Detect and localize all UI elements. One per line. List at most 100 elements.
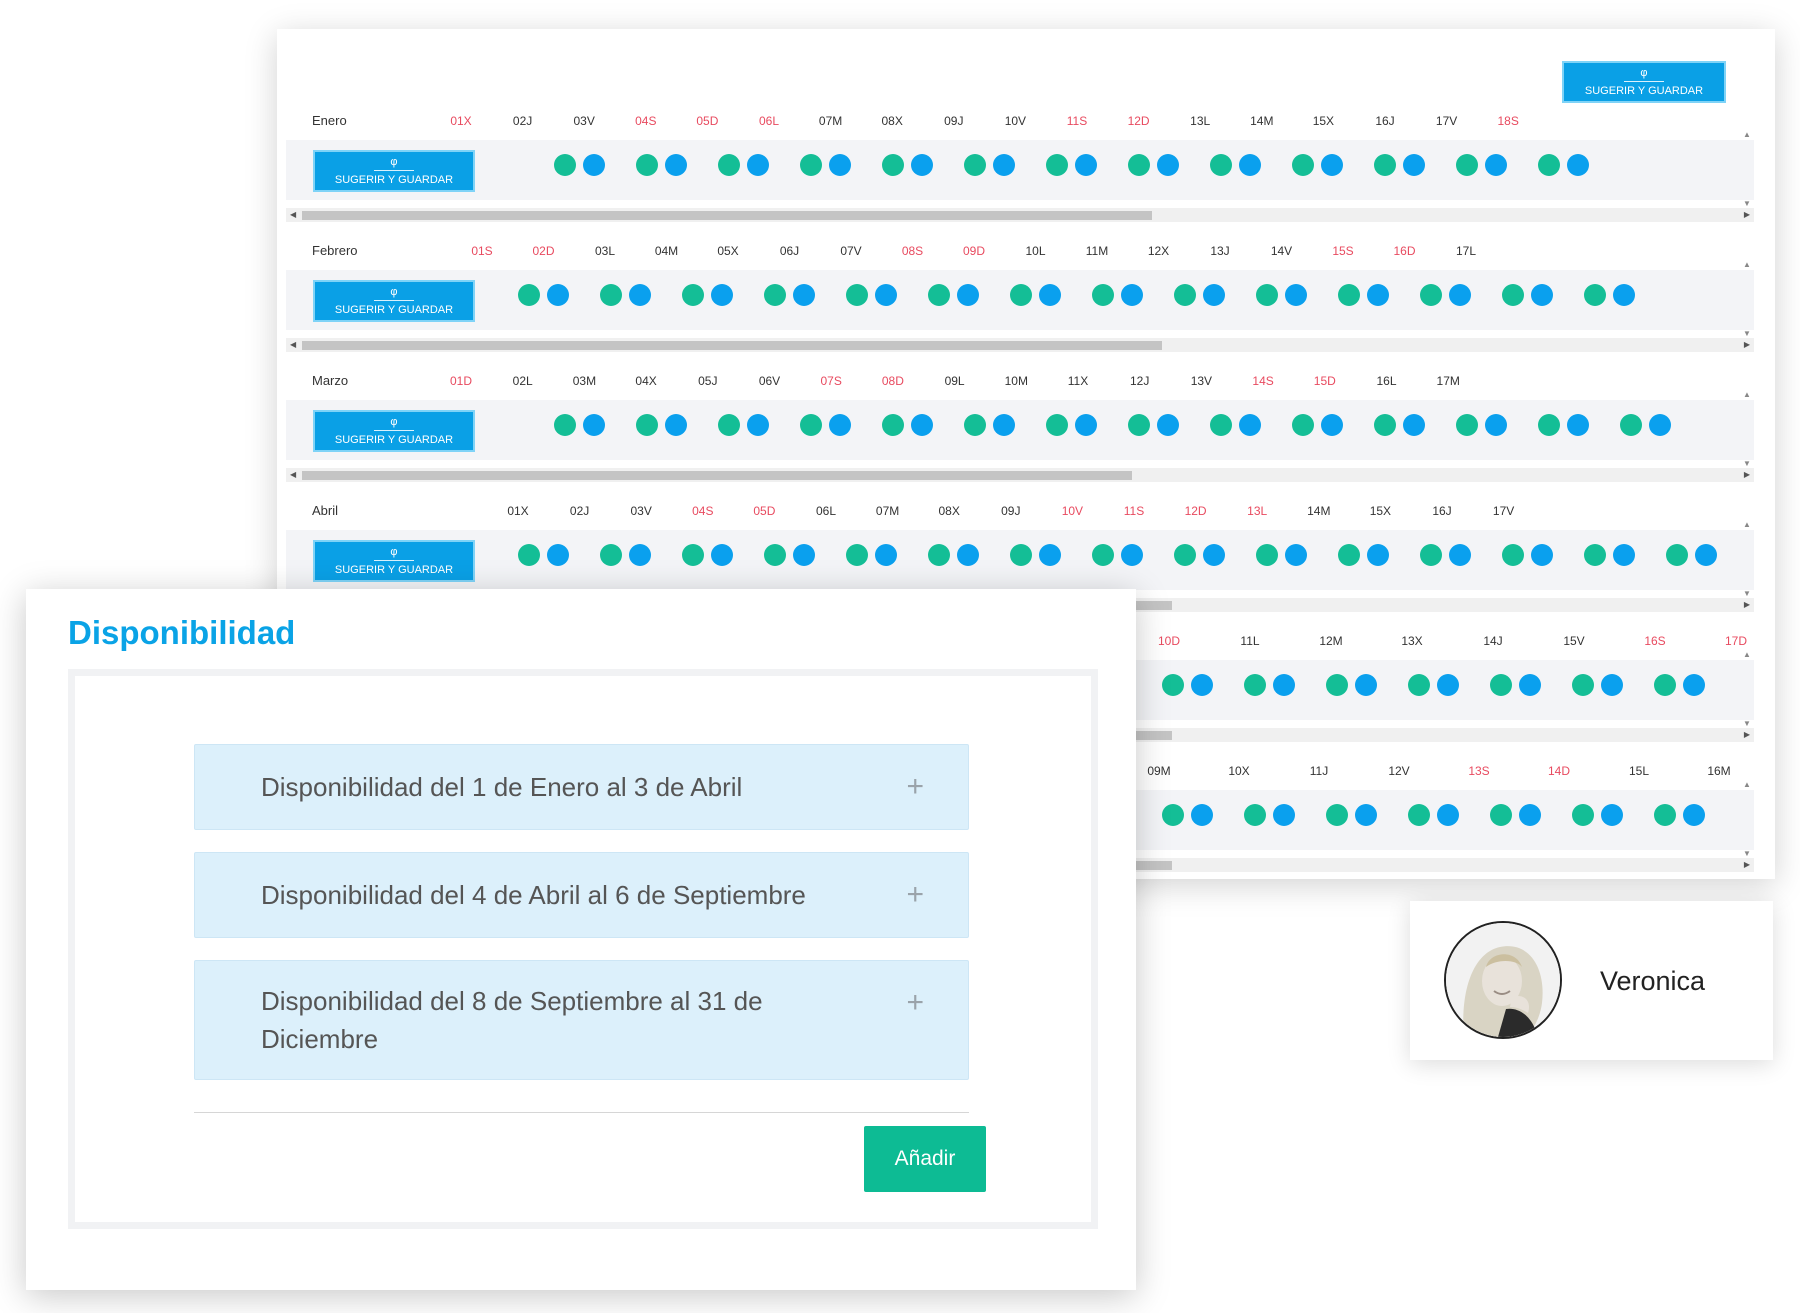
availability-dot-blue[interactable] [875, 284, 897, 306]
availability-dot-green[interactable] [554, 414, 576, 436]
availability-dot-green[interactable] [600, 284, 622, 306]
availability-dot-green[interactable] [882, 414, 904, 436]
availability-dot-blue[interactable] [711, 284, 733, 306]
availability-dot-green[interactable] [636, 414, 658, 436]
availability-dot-green[interactable] [1620, 414, 1642, 436]
availability-dot-blue[interactable] [583, 154, 605, 176]
scrollbar-thumb[interactable] [302, 341, 1162, 350]
availability-dot-blue[interactable] [1367, 544, 1389, 566]
plus-icon[interactable]: + [906, 880, 924, 910]
scroll-right-icon[interactable]: ▶ [1744, 338, 1750, 352]
availability-dot-green[interactable] [1572, 674, 1594, 696]
availability-dot-blue[interactable] [1485, 154, 1507, 176]
availability-dot-blue[interactable] [665, 414, 687, 436]
add-button[interactable]: Añadir [864, 1126, 986, 1192]
availability-dot-blue[interactable] [993, 414, 1015, 436]
horizontal-scrollbar[interactable]: ◀▶ [286, 468, 1754, 482]
scrollbar-thumb[interactable] [302, 471, 1132, 480]
availability-dot-blue[interactable] [1075, 154, 1097, 176]
availability-dot-green[interactable] [1010, 544, 1032, 566]
availability-dot-green[interactable] [1420, 284, 1442, 306]
availability-dot-green[interactable] [1162, 804, 1184, 826]
availability-dot-blue[interactable] [1203, 544, 1225, 566]
vertical-scrollbar[interactable]: ▲ ▼ [1741, 520, 1754, 598]
scroll-down-icon[interactable]: ▼ [1743, 329, 1751, 338]
availability-dot-blue[interactable] [1567, 414, 1589, 436]
availability-dot-blue[interactable] [1531, 544, 1553, 566]
availability-dot-green[interactable] [1326, 674, 1348, 696]
availability-dot-green[interactable] [764, 544, 786, 566]
availability-dot-green[interactable] [636, 154, 658, 176]
availability-dot-green[interactable] [518, 284, 540, 306]
suggest-save-button[interactable]: φ SUGERIR Y GUARDAR [313, 280, 475, 322]
availability-dot-blue[interactable] [1519, 674, 1541, 696]
availability-dot-green[interactable] [1210, 154, 1232, 176]
availability-dot-blue[interactable] [1695, 544, 1717, 566]
availability-dot-blue[interactable] [629, 544, 651, 566]
availability-dot-blue[interactable] [1039, 544, 1061, 566]
vertical-scrollbar[interactable]: ▲ ▼ [1741, 260, 1754, 338]
scroll-down-icon[interactable]: ▼ [1743, 459, 1751, 468]
scroll-left-icon[interactable]: ◀ [290, 468, 296, 482]
scroll-down-icon[interactable]: ▼ [1743, 589, 1751, 598]
availability-dot-green[interactable] [1666, 544, 1688, 566]
availability-dot-blue[interactable] [665, 154, 687, 176]
availability-dot-blue[interactable] [583, 414, 605, 436]
plus-icon[interactable]: + [906, 772, 924, 802]
scroll-right-icon[interactable]: ▶ [1744, 858, 1750, 872]
availability-dot-blue[interactable] [547, 544, 569, 566]
availability-dot-green[interactable] [1128, 414, 1150, 436]
availability-dot-blue[interactable] [1191, 674, 1213, 696]
availability-dot-blue[interactable] [1355, 674, 1377, 696]
availability-dot-green[interactable] [846, 544, 868, 566]
availability-dot-blue[interactable] [1683, 674, 1705, 696]
availability-dot-green[interactable] [1420, 544, 1442, 566]
availability-dot-green[interactable] [1292, 154, 1314, 176]
availability-dot-blue[interactable] [1683, 804, 1705, 826]
availability-dot-blue[interactable] [793, 544, 815, 566]
availability-dot-green[interactable] [1374, 154, 1396, 176]
scroll-down-icon[interactable]: ▼ [1743, 199, 1751, 208]
availability-dot-blue[interactable] [1437, 674, 1459, 696]
availability-dot-green[interactable] [1010, 284, 1032, 306]
availability-dot-blue[interactable] [1531, 284, 1553, 306]
scroll-up-icon[interactable]: ▲ [1743, 390, 1751, 399]
suggest-save-button[interactable]: φ SUGERIR Y GUARDAR [313, 150, 475, 192]
availability-dot-green[interactable] [928, 284, 950, 306]
availability-dot-blue[interactable] [1273, 804, 1295, 826]
availability-dot-green[interactable] [800, 154, 822, 176]
availability-dot-blue[interactable] [957, 544, 979, 566]
plus-icon[interactable]: + [906, 988, 924, 1018]
scroll-left-icon[interactable]: ◀ [290, 208, 296, 222]
availability-dot-green[interactable] [1408, 804, 1430, 826]
availability-dot-green[interactable] [1210, 414, 1232, 436]
suggest-save-button[interactable]: φ SUGERIR Y GUARDAR [313, 540, 475, 582]
availability-dot-blue[interactable] [1285, 544, 1307, 566]
availability-dot-green[interactable] [718, 154, 740, 176]
availability-dot-green[interactable] [600, 544, 622, 566]
availability-dot-blue[interactable] [1367, 284, 1389, 306]
availability-dot-blue[interactable] [993, 154, 1015, 176]
vertical-scrollbar[interactable]: ▲ ▼ [1741, 650, 1754, 728]
scroll-up-icon[interactable]: ▲ [1743, 520, 1751, 529]
availability-dot-green[interactable] [1654, 674, 1676, 696]
availability-dot-green[interactable] [518, 544, 540, 566]
availability-dot-green[interactable] [1046, 154, 1068, 176]
availability-dot-blue[interactable] [911, 414, 933, 436]
availability-dot-blue[interactable] [1239, 154, 1261, 176]
availability-item-1[interactable]: Disponibilidad del 1 de Enero al 3 de Ab… [194, 744, 969, 830]
availability-dot-green[interactable] [682, 544, 704, 566]
scroll-down-icon[interactable]: ▼ [1743, 719, 1751, 728]
availability-dot-blue[interactable] [829, 154, 851, 176]
availability-dot-green[interactable] [764, 284, 786, 306]
availability-dot-green[interactable] [846, 284, 868, 306]
availability-dot-green[interactable] [1092, 544, 1114, 566]
availability-dot-blue[interactable] [1449, 544, 1471, 566]
availability-dot-green[interactable] [1538, 414, 1560, 436]
suggest-save-button-top[interactable]: φ SUGERIR Y GUARDAR [1562, 61, 1726, 103]
scroll-up-icon[interactable]: ▲ [1743, 780, 1751, 789]
availability-dot-blue[interactable] [1449, 284, 1471, 306]
availability-dot-blue[interactable] [1403, 414, 1425, 436]
availability-dot-green[interactable] [1502, 284, 1524, 306]
availability-dot-blue[interactable] [1285, 284, 1307, 306]
